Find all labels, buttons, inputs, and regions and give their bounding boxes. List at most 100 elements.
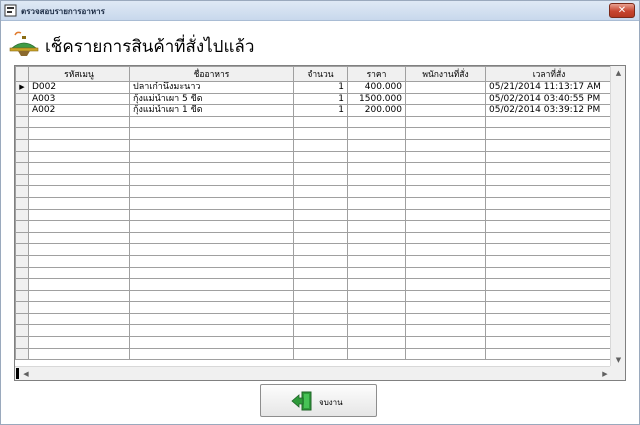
empty-cell[interactable] [405,324,486,338]
empty-cell[interactable] [293,138,348,152]
empty-cell[interactable] [129,220,294,233]
empty-cell[interactable] [485,243,612,256]
cell-staff[interactable] [405,104,486,117]
row-selector[interactable] [15,243,29,256]
empty-cell[interactable] [485,266,612,280]
table-row[interactable]: A003 กุ้งแม่น้ำเผา 5 ขีด 1 1500.000 05/0… [15,92,612,106]
empty-cell[interactable] [485,208,612,222]
empty-table-row[interactable] [15,231,612,245]
empty-cell[interactable] [129,324,294,338]
empty-cell[interactable] [293,347,348,361]
row-selector[interactable] [15,266,29,280]
empty-cell[interactable] [485,289,612,303]
cell-qty[interactable]: 1 [293,92,348,106]
empty-cell[interactable] [129,173,294,187]
empty-cell[interactable] [405,138,486,152]
empty-cell[interactable] [347,301,406,314]
empty-cell[interactable] [485,138,612,152]
horizontal-scrollbar[interactable]: ◀ ▶ [15,366,612,380]
empty-cell[interactable] [28,289,130,303]
empty-cell[interactable] [28,220,130,233]
empty-cell[interactable] [347,162,406,175]
cell-code[interactable]: D002 [28,81,130,94]
empty-table-row[interactable] [15,347,612,361]
empty-cell[interactable] [485,127,612,140]
empty-cell[interactable] [129,185,294,198]
row-selector[interactable] [15,92,29,106]
empty-cell[interactable] [347,254,406,268]
table-row[interactable]: ▶ D002 ปลาเก๋านึ่งมะนาว 1 400.000 05/21/… [15,81,612,94]
empty-cell[interactable] [28,162,130,175]
row-selector[interactable] [15,150,29,164]
column-header-name[interactable]: ชื่ออาหาร [129,66,294,82]
empty-cell[interactable] [28,115,130,129]
empty-cell[interactable] [293,289,348,303]
empty-cell[interactable] [129,266,294,280]
empty-cell[interactable] [405,231,486,245]
cell-name[interactable]: ปลาเก๋านึ่งมะนาว [129,81,294,94]
empty-cell[interactable] [485,254,612,268]
column-header-time[interactable]: เวลาที่สั่ง [485,66,612,82]
empty-cell[interactable] [293,208,348,222]
empty-cell[interactable] [293,301,348,314]
empty-table-row[interactable] [15,196,612,210]
empty-cell[interactable] [347,243,406,256]
empty-cell[interactable] [405,185,486,198]
empty-cell[interactable] [129,289,294,303]
empty-cell[interactable] [347,138,406,152]
empty-cell[interactable] [129,138,294,152]
empty-cell[interactable] [293,115,348,129]
column-header-price[interactable]: ราคา [347,66,406,82]
empty-cell[interactable] [405,162,486,175]
row-selector[interactable] [15,173,29,187]
empty-cell[interactable] [293,266,348,280]
empty-cell[interactable] [485,301,612,314]
row-selector[interactable] [15,254,29,268]
empty-cell[interactable] [347,347,406,361]
empty-cell[interactable] [28,243,130,256]
empty-cell[interactable] [405,336,486,349]
cell-code[interactable]: A002 [28,104,130,117]
row-selector[interactable] [15,162,29,175]
empty-cell[interactable] [485,162,612,175]
empty-table-row[interactable] [15,289,612,303]
empty-cell[interactable] [347,336,406,349]
empty-table-row[interactable] [15,301,612,314]
empty-table-row[interactable] [15,138,612,152]
empty-cell[interactable] [293,231,348,245]
cell-time[interactable]: 05/02/2014 03:40:55 PM [485,92,612,106]
empty-table-row[interactable] [15,312,612,326]
empty-cell[interactable] [347,324,406,338]
exit-button[interactable]: จบงาน [260,384,377,417]
close-button[interactable]: ✕ [609,3,635,18]
empty-cell[interactable] [347,150,406,164]
empty-cell[interactable] [28,301,130,314]
empty-cell[interactable] [28,278,130,291]
row-selector[interactable] [15,278,29,291]
empty-cell[interactable] [293,185,348,198]
empty-cell[interactable] [28,185,130,198]
empty-cell[interactable] [28,138,130,152]
scroll-left-icon[interactable]: ◀ [19,367,33,380]
row-selector[interactable] [15,138,29,152]
empty-cell[interactable] [347,196,406,210]
empty-cell[interactable] [347,127,406,140]
empty-cell[interactable] [485,150,612,164]
empty-cell[interactable] [405,173,486,187]
empty-table-row[interactable] [15,243,612,256]
empty-cell[interactable] [28,127,130,140]
empty-table-row[interactable] [15,266,612,280]
empty-table-row[interactable] [15,324,612,338]
empty-cell[interactable] [28,254,130,268]
empty-cell[interactable] [129,127,294,140]
row-selector[interactable] [15,336,29,349]
empty-cell[interactable] [485,324,612,338]
empty-cell[interactable] [485,231,612,245]
empty-table-row[interactable] [15,220,612,233]
empty-cell[interactable] [293,220,348,233]
empty-cell[interactable] [405,220,486,233]
title-bar[interactable]: ตรวจสอบรายการอาหาร ✕ [1,1,639,21]
empty-cell[interactable] [293,254,348,268]
empty-table-row[interactable] [15,208,612,222]
empty-cell[interactable] [28,324,130,338]
